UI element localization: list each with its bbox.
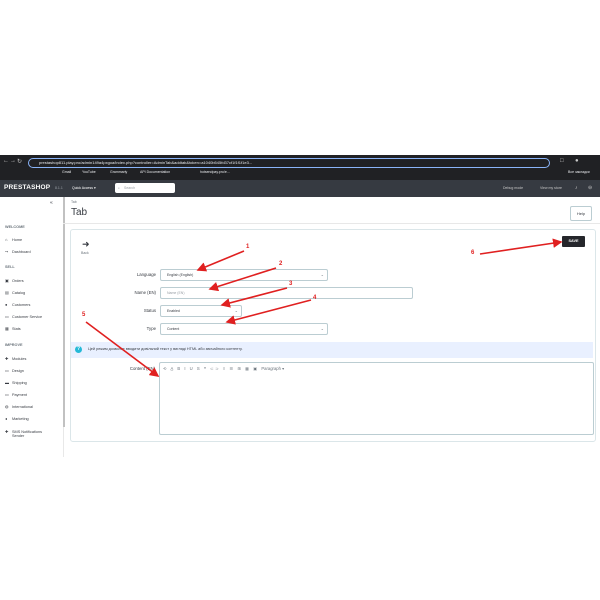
annotation-number-1: 1 bbox=[246, 244, 250, 250]
arrow-3 bbox=[220, 287, 288, 308]
annotation-number-3: 3 bbox=[289, 281, 293, 287]
annotation-number-2: 2 bbox=[279, 261, 283, 267]
arrow-4 bbox=[225, 299, 312, 325]
arrow-2 bbox=[208, 267, 277, 292]
annotation-arrows bbox=[85, 238, 563, 377]
arrow-1 bbox=[196, 250, 245, 272]
arrow-6 bbox=[479, 238, 563, 255]
annotation-number-4: 4 bbox=[313, 295, 317, 301]
annotation-number-6: 6 bbox=[471, 250, 475, 256]
annotation-number-5: 5 bbox=[82, 312, 86, 318]
arrow-5 bbox=[85, 321, 160, 377]
